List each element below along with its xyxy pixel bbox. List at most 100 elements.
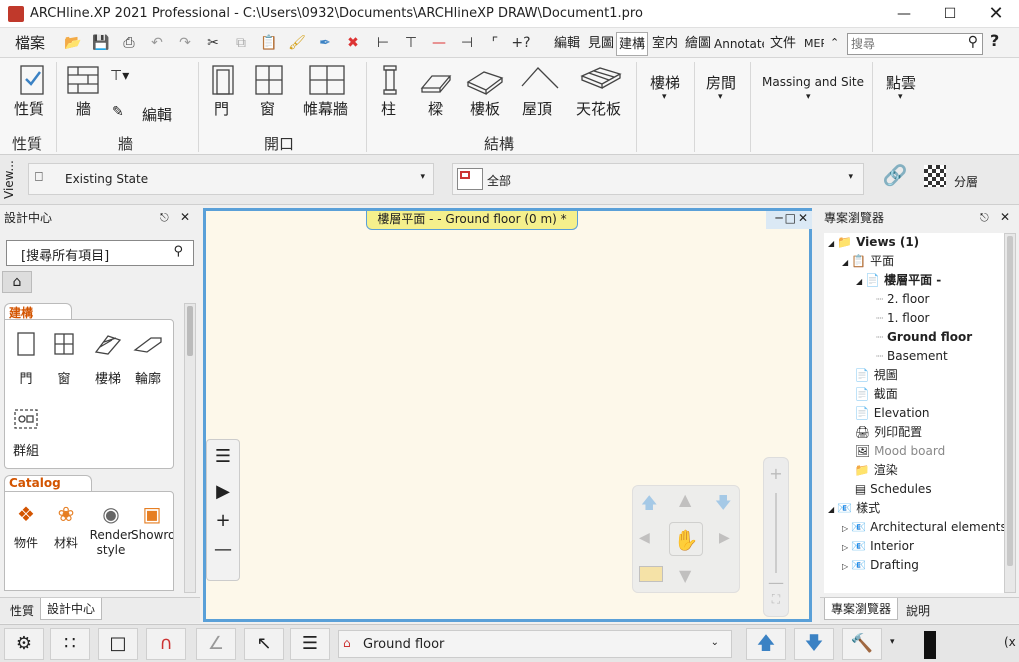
- scrollbar[interactable]: [1004, 233, 1016, 593]
- search-input[interactable]: [851, 35, 959, 53]
- tab-view[interactable]: 見圖: [586, 32, 616, 56]
- zoom-out-icon[interactable]: —: [207, 539, 239, 560]
- tree-item[interactable]: ▷ 📧 Architectural elements: [824, 518, 1004, 537]
- chevron-down-icon[interactable]: ▾: [806, 92, 811, 102]
- dimension-icon[interactable]: ⊢: [372, 32, 394, 54]
- tree-expander-icon[interactable]: ▷: [842, 543, 848, 552]
- tab-project-browser[interactable]: 專案瀏覽器: [824, 598, 899, 620]
- chevron-down-icon[interactable]: ▾: [890, 637, 895, 647]
- floor-combo[interactable]: ⌂ Ground floor ⌄: [338, 630, 732, 658]
- search-icon[interactable]: ⚲: [968, 34, 978, 50]
- door-icon[interactable]: [210, 64, 236, 96]
- tree-item[interactable]: ┈ Ground floor: [824, 328, 1004, 347]
- close-button[interactable]: ✕: [973, 0, 1019, 28]
- door-label[interactable]: 門: [214, 98, 229, 119]
- tab-edit[interactable]: 編輯: [552, 32, 582, 56]
- chevron-down-icon[interactable]: ▾: [662, 92, 667, 102]
- tree-expander-icon[interactable]: ▷: [842, 562, 848, 571]
- tree-item[interactable]: ▷ 📧 Interior: [824, 537, 1004, 556]
- save-icon[interactable]: 💾: [90, 32, 112, 54]
- zoom-minus-icon[interactable]: —: [764, 573, 788, 592]
- tree-item[interactable]: ┈ 2. floor: [824, 290, 1004, 309]
- tree-item[interactable]: 📄 截面: [824, 385, 1004, 404]
- rooms-menu[interactable]: 房間: [706, 72, 736, 93]
- wall-label[interactable]: 牆: [76, 98, 91, 119]
- tree-item[interactable]: 🖨 列印配置: [824, 423, 1004, 442]
- layer-combo[interactable]: 全部 ▾: [452, 163, 864, 195]
- tab-properties[interactable]: 性質: [4, 600, 40, 622]
- angle-icon[interactable]: ∠: [196, 628, 236, 660]
- arrow-right-icon[interactable]: ▶: [719, 530, 730, 546]
- open-icon[interactable]: 📂: [62, 32, 84, 54]
- list-icon[interactable]: ☰: [207, 446, 239, 467]
- view-tab[interactable]: View...: [2, 157, 22, 203]
- chevron-down-icon[interactable]: ▾: [718, 92, 723, 102]
- arrow-down-right-icon[interactable]: 🡇: [715, 492, 731, 519]
- tab-build[interactable]: 建構: [616, 32, 649, 56]
- extend-icon[interactable]: ⊣: [456, 32, 478, 54]
- undo-icon[interactable]: ↶: [146, 32, 168, 54]
- chevron-down-icon[interactable]: ▾: [898, 92, 903, 102]
- collapse-ribbon-icon[interactable]: ⌃: [830, 36, 839, 49]
- tab-mep[interactable]: MEP: [802, 32, 824, 56]
- roof-icon[interactable]: [520, 64, 560, 96]
- tab-document[interactable]: 文件: [768, 32, 798, 56]
- building-stairs[interactable]: 樓梯: [89, 332, 127, 387]
- ceiling-icon[interactable]: [580, 64, 622, 96]
- pin-icon[interactable]: ⎋: [160, 211, 169, 225]
- tree-item[interactable]: 📄 視圖: [824, 366, 1004, 385]
- navigation-pad[interactable]: 🡅 ▲ 🡇 ◀ ✋ ▶ ▼: [632, 485, 740, 593]
- tree-item[interactable]: ◢ 📧 樣式: [824, 499, 1004, 518]
- paint-brush-icon[interactable]: 🖌: [286, 32, 308, 54]
- tab-draw[interactable]: 繪圖: [683, 32, 713, 56]
- tree-expander-icon[interactable]: ◢: [842, 258, 848, 267]
- catalog-render-style[interactable]: ◉ Render style: [89, 502, 133, 558]
- coordinate-toggle[interactable]: (x: [1004, 635, 1016, 649]
- close-panel-icon[interactable]: ✕: [1000, 210, 1010, 224]
- curtain-wall-label[interactable]: 帷幕牆: [303, 98, 348, 119]
- zoom-plus-icon[interactable]: +: [764, 464, 788, 483]
- ceiling-label[interactable]: 天花板: [576, 98, 621, 119]
- properties-icon[interactable]: [18, 64, 46, 96]
- curtain-wall-icon[interactable]: [308, 64, 346, 96]
- edit-label[interactable]: 編輯: [142, 104, 172, 125]
- column-label[interactable]: 柱: [381, 98, 396, 119]
- tab-design-center[interactable]: 設計中心: [40, 598, 103, 620]
- checkerboard-icon[interactable]: [924, 165, 946, 187]
- catalog-objects[interactable]: ❖ 物件: [7, 502, 45, 551]
- beam-label[interactable]: 樑: [428, 98, 443, 119]
- roof-label[interactable]: 屋頂: [522, 98, 552, 119]
- close-panel-icon[interactable]: ✕: [180, 210, 190, 224]
- building-window[interactable]: 窗: [45, 332, 83, 387]
- tree-item[interactable]: 🖼 Mood board: [824, 442, 1004, 461]
- pointer-icon[interactable]: ↖: [244, 628, 284, 660]
- tree-item[interactable]: ◢ 📄 樓層平面 -: [824, 271, 1004, 290]
- help-button[interactable]: ?: [990, 31, 999, 50]
- pin-icon[interactable]: ⎋: [980, 211, 989, 225]
- tree-item[interactable]: ◢ 📋 平面: [824, 252, 1004, 271]
- maximize-button[interactable]: ☐: [927, 0, 973, 28]
- grid-icon[interactable]: ∷: [50, 628, 90, 660]
- design-search-input[interactable]: [搜尋所有項目]: [21, 245, 109, 264]
- arrow-down-icon[interactable]: ▼: [679, 566, 691, 585]
- copy-icon[interactable]: ⧉: [230, 32, 252, 54]
- window-label[interactable]: 窗: [260, 98, 275, 119]
- tree-item[interactable]: 📁 渲染: [824, 461, 1004, 480]
- massing-site-menu[interactable]: Massing and Site: [762, 75, 864, 89]
- design-search-box[interactable]: [搜尋所有項目] ⚲: [6, 240, 194, 266]
- edit-pencil-icon[interactable]: ✎: [112, 104, 124, 120]
- snap-magnet-icon[interactable]: ∩: [146, 628, 186, 660]
- tree-expander-icon[interactable]: ◢: [828, 239, 834, 248]
- catalog-showroom[interactable]: ▣ Showroom: [131, 502, 173, 543]
- corner-icon[interactable]: ⌜: [484, 32, 506, 54]
- tree-item[interactable]: ▤ Schedules: [824, 480, 1004, 499]
- tree-item[interactable]: 📄 Elevation: [824, 404, 1004, 423]
- wall-type-icon[interactable]: ⊤▾: [110, 68, 129, 84]
- print-icon[interactable]: ⎙: [118, 32, 140, 54]
- tab-interior[interactable]: 室内: [650, 32, 678, 56]
- slab-label[interactable]: 樓板: [470, 98, 500, 119]
- tree-item[interactable]: ┈ 1. floor: [824, 309, 1004, 328]
- floor-up-icon[interactable]: 🡅: [746, 628, 786, 660]
- properties-label[interactable]: 性質: [14, 98, 44, 119]
- arrow-left-icon[interactable]: ◀: [639, 530, 650, 546]
